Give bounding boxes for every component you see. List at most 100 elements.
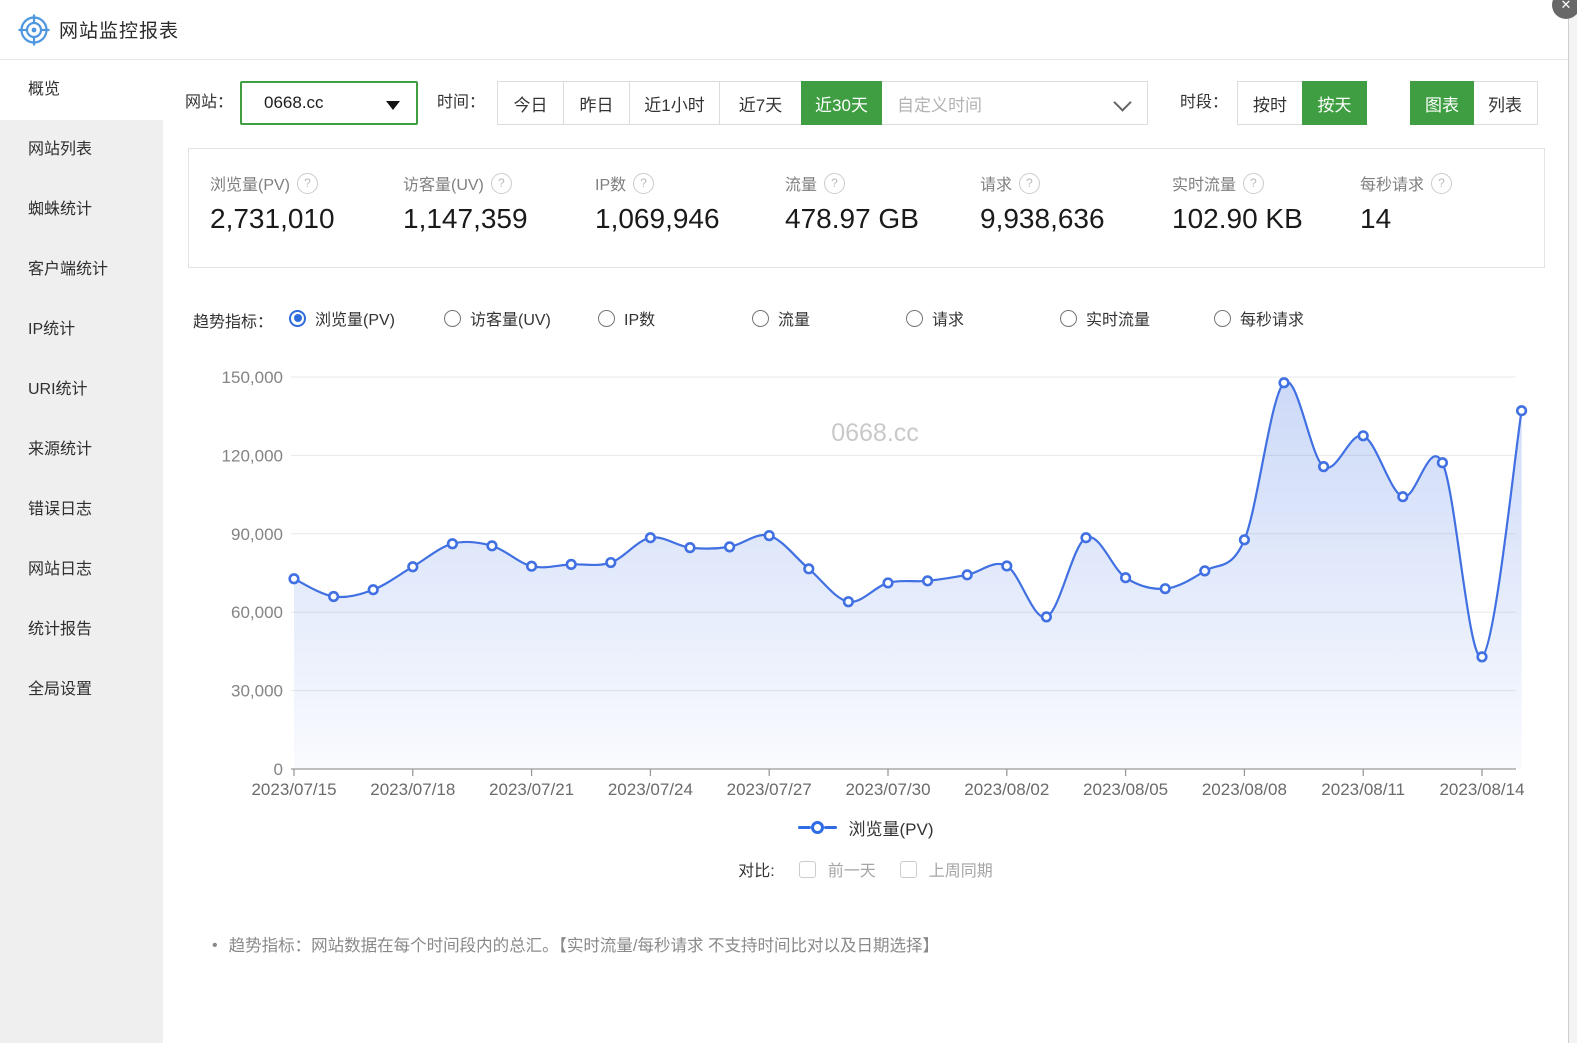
trend-option-requests-per-second[interactable]: 每秒请求 [1214, 306, 1304, 330]
checkbox-icon[interactable] [799, 861, 816, 878]
compare-option-previous-day[interactable]: 前一天 [799, 857, 876, 881]
site-label: 网站： [185, 81, 233, 125]
view-btn-chart[interactable]: 图表 [1410, 81, 1474, 125]
x-axis [291, 769, 1516, 776]
svg-text:2023/07/27: 2023/07/27 [727, 780, 812, 799]
sidebar-item-site-log[interactable]: 网站日志 [0, 540, 163, 600]
period-btn-hourly[interactable]: 按时 [1238, 82, 1303, 124]
sidebar: 概览 网站列表 蜘蛛统计 客户端统计 IP统计 URI统计 来源统计 错误日志 … [0, 60, 163, 1043]
svg-text:2023/08/02: 2023/08/02 [964, 780, 1049, 799]
time-btn-last-7-days[interactable]: 近7天 [720, 82, 802, 124]
radio-selected-icon [289, 310, 306, 327]
time-btn-today[interactable]: 今日 [498, 82, 564, 124]
time-range-group: 今日 昨日 近1小时 近7天 近30天 自定义时间 [497, 81, 1148, 125]
help-icon[interactable]: ? [491, 173, 512, 194]
period-btn-daily[interactable]: 按天 [1302, 81, 1367, 125]
trend-metric-row: 趋势指标： 浏览量(PV) 访客量(UV) IP数 流量 请求 实时流量 每秒请… [0, 306, 1577, 332]
svg-text:2023/07/15: 2023/07/15 [251, 780, 336, 799]
sidebar-item-error-log[interactable]: 错误日志 [0, 480, 163, 540]
compare-option-same-period-last-week[interactable]: 上周同期 [900, 857, 993, 881]
trend-option-ip[interactable]: IP数 [598, 306, 655, 330]
gridlines [291, 377, 1516, 691]
svg-text:30,000: 30,000 [231, 682, 283, 701]
trend-option-pv[interactable]: 浏览量(PV) [289, 306, 395, 330]
svg-text:150,000: 150,000 [222, 368, 283, 387]
time-btn-last-30-days[interactable]: 近30天 [801, 81, 882, 125]
help-icon[interactable]: ? [824, 173, 845, 194]
bullet-icon: • [212, 935, 218, 957]
footnote-text: 趋势指标：网站数据在每个时间段内的总汇。【实时流量/每秒请求 不支持时间比对以及… [229, 935, 939, 957]
trend-option-realtime-traffic[interactable]: 实时流量 [1060, 306, 1150, 330]
period-label: 时段： [1180, 81, 1228, 125]
site-select-value: 0668.cc [264, 93, 324, 113]
time-label: 时间： [437, 81, 485, 125]
svg-text:0: 0 [274, 760, 283, 779]
stat-label: 每秒请求 [1360, 171, 1424, 195]
sidebar-item-spider-stats[interactable]: 蜘蛛统计 [0, 180, 163, 240]
svg-text:2023/08/08: 2023/08/08 [1202, 780, 1287, 799]
checkbox-icon[interactable] [900, 861, 917, 878]
sidebar-item-client-stats[interactable]: 客户端统计 [0, 240, 163, 300]
svg-text:60,000: 60,000 [231, 603, 283, 622]
stat-label: 实时流量 [1172, 171, 1236, 195]
stat-label: 访客量(UV) [403, 171, 484, 195]
scrollbar-track[interactable] [1568, 0, 1577, 1043]
trend-area [294, 382, 1522, 769]
stat-value: 14 [1360, 203, 1391, 235]
sidebar-item-global-settings[interactable]: 全局设置 [0, 660, 163, 720]
stat-label: 请求 [980, 171, 1012, 195]
site-select[interactable]: 0668.cc [240, 81, 418, 125]
trend-metrics-label: 趋势指标： [193, 308, 273, 332]
radio-icon [598, 310, 615, 327]
period-group: 按时 按天 [1237, 81, 1367, 125]
stat-label: 浏览量(PV) [210, 171, 290, 195]
page-title: 网站监控报表 [59, 16, 179, 43]
caret-down-icon [386, 101, 400, 110]
radio-icon [906, 310, 923, 327]
svg-text:2023/07/24: 2023/07/24 [608, 780, 693, 799]
stat-value: 2,731,010 [210, 203, 335, 235]
app-header: 网站监控报表 [0, 0, 1577, 60]
y-tick-labels: 0 30,000 60,000 90,000 120,000 150,000 [222, 368, 283, 779]
svg-text:90,000: 90,000 [231, 525, 283, 544]
radio-icon [752, 310, 769, 327]
help-icon[interactable]: ? [633, 173, 654, 194]
sidebar-item-overview[interactable]: 概览 [0, 60, 163, 120]
radio-icon [1214, 310, 1231, 327]
view-btn-list[interactable]: 列表 [1473, 82, 1537, 124]
sidebar-item-referrer-stats[interactable]: 来源统计 [0, 420, 163, 480]
target-logo-icon [18, 14, 50, 46]
legend-line-icon [798, 821, 837, 834]
svg-text:2023/07/30: 2023/07/30 [845, 780, 930, 799]
trend-option-traffic[interactable]: 流量 [752, 306, 810, 330]
stat-label: 流量 [785, 171, 817, 195]
help-icon[interactable]: ? [1431, 173, 1452, 194]
chart-legend[interactable]: 浏览量(PV) [163, 811, 1568, 843]
stat-value: 102.90 KB [1172, 203, 1303, 235]
trend-option-requests[interactable]: 请求 [906, 306, 964, 330]
sidebar-item-uri-stats[interactable]: URI统计 [0, 360, 163, 420]
time-btn-yesterday[interactable]: 昨日 [564, 82, 630, 124]
trend-line [294, 382, 1522, 658]
help-icon[interactable]: ? [1019, 173, 1040, 194]
app-window: 网站监控报表 ✕ 概览 网站列表 蜘蛛统计 客户端统计 IP统计 URI统计 来… [0, 0, 1577, 1043]
trend-option-uv[interactable]: 访客量(UV) [444, 306, 551, 330]
compare-label: 对比: [738, 857, 774, 881]
legend-series-label: 浏览量(PV) [849, 815, 934, 840]
custom-time-placeholder: 自定义时间 [897, 91, 982, 116]
svg-text:2023/08/14: 2023/08/14 [1439, 780, 1524, 799]
help-icon[interactable]: ? [1243, 173, 1264, 194]
chevron-down-icon [1113, 93, 1131, 111]
help-icon[interactable]: ? [297, 173, 318, 194]
custom-time-select[interactable]: 自定义时间 [881, 82, 1147, 124]
svg-text:120,000: 120,000 [222, 446, 283, 465]
svg-text:2023/08/11: 2023/08/11 [1321, 780, 1405, 799]
view-toggle-group: 图表 列表 [1410, 81, 1538, 125]
data-point-markers[interactable] [290, 378, 1526, 661]
stat-value: 1,069,946 [595, 203, 720, 235]
stat-value: 9,938,636 [980, 203, 1105, 235]
time-btn-last-hour[interactable]: 近1小时 [630, 82, 720, 124]
svg-text:2023/08/05: 2023/08/05 [1083, 780, 1168, 799]
sidebar-item-stats-report[interactable]: 统计报告 [0, 600, 163, 660]
sidebar-item-site-list[interactable]: 网站列表 [0, 120, 163, 180]
